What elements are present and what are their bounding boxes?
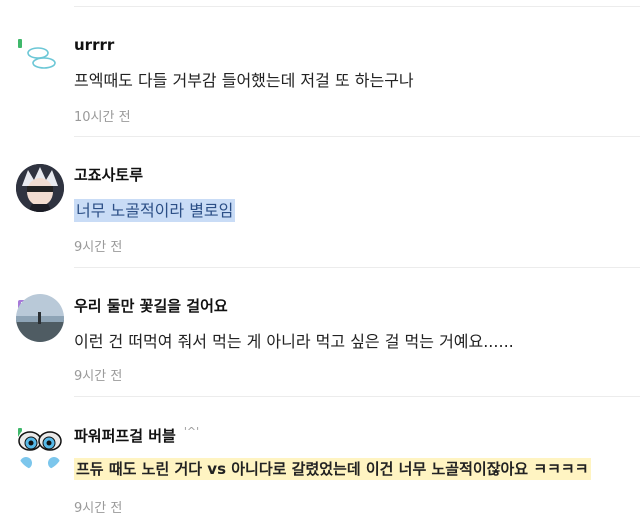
comment-time: 10시간 전 [74,110,131,125]
avatar[interactable] [16,40,64,88]
comment-divider [74,136,640,137]
comment-divider [74,267,640,268]
comment-text: 프듀 때도 노린 거다 vs 아니다로 갈렸었는데 이건 너무 노골적이잖아요 … [74,458,591,480]
highlighted-text: 프듀 때도 노린 거다 vs 아니다로 갈렸었는데 이건 너무 노골적이잖아요 … [74,458,591,480]
comment-divider [74,396,640,397]
avatar[interactable] [16,164,64,212]
comment-author[interactable]: 우리 둘만 꽃길을 걸어요 [74,295,228,316]
comment-author[interactable]: 고죠사토루 [74,164,143,185]
top-divider [74,6,640,7]
comment-text: 프엑때도 다들 거부감 들어했는데 저걸 또 하는구나 [74,71,414,90]
comment-text: 이런 건 떠먹여 줘서 먹는 게 아니라 먹고 싶은 걸 먹는 거예요.....… [74,332,514,351]
avatar[interactable] [16,294,64,342]
comment-time: 9시간 전 [74,240,123,255]
comment-time: 9시간 전 [74,501,123,516]
comment-text: 너무 노골적이라 별로임 [74,197,236,222]
comment-author[interactable]: 파워퍼프걸 버블 '^' [74,425,199,446]
avatar[interactable] [16,423,64,471]
comment-time: 9시간 전 [74,369,123,384]
author-suffix: '^' [183,425,200,438]
author-name[interactable]: 파워퍼프걸 버블 [74,427,176,445]
comment-author[interactable]: urrrr [74,36,114,54]
green-badge-icon [18,34,23,48]
highlighted-text: 너무 노골적이라 별로임 [74,199,236,222]
